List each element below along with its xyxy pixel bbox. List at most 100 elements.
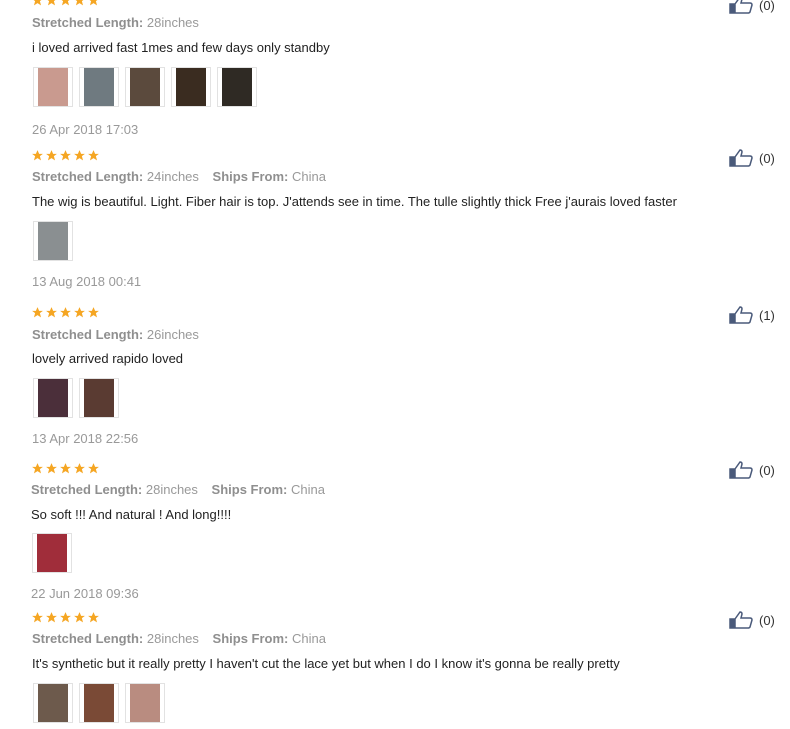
review-photo[interactable] bbox=[171, 67, 211, 107]
photo-image bbox=[84, 379, 114, 417]
ships-from-value: China bbox=[292, 631, 326, 646]
star-icon bbox=[32, 307, 43, 318]
review-text: The wig is beautiful. Light. Fiber hair … bbox=[32, 194, 677, 209]
helpful-button[interactable]: (0) bbox=[729, 0, 775, 14]
review-text: i loved arrived fast 1mes and few days o… bbox=[32, 40, 330, 55]
review-photo[interactable] bbox=[33, 67, 73, 107]
helpful-button[interactable]: (0) bbox=[729, 149, 775, 167]
review-attributes: Stretched Length: 28inches bbox=[32, 15, 209, 30]
stretched-length-label: Stretched Length: bbox=[32, 327, 144, 342]
stretched-length-label: Stretched Length: bbox=[32, 15, 144, 30]
review-photo[interactable] bbox=[217, 67, 257, 107]
review-photo[interactable] bbox=[79, 378, 119, 418]
review-photo[interactable] bbox=[125, 67, 165, 107]
star-icon bbox=[88, 612, 99, 623]
helpful-button[interactable]: (1) bbox=[729, 306, 775, 324]
star-icon bbox=[33, 0, 42, 6]
star-icon bbox=[74, 612, 85, 623]
stretched-length-label: Stretched Length: bbox=[32, 631, 144, 646]
review-photos bbox=[33, 378, 119, 418]
thumbs-up-icon bbox=[729, 306, 753, 324]
star-icon bbox=[46, 463, 57, 474]
star-icon bbox=[32, 150, 43, 161]
ships-from-label: Ships From: bbox=[212, 631, 289, 646]
star-icon bbox=[60, 612, 71, 623]
star-rating bbox=[31, 462, 100, 475]
review-photos bbox=[33, 221, 73, 261]
photo-image bbox=[222, 68, 252, 106]
star-icon bbox=[60, 150, 71, 161]
star-rating bbox=[31, 306, 100, 319]
helpful-count: (0) bbox=[759, 0, 775, 13]
star-icon bbox=[32, 463, 43, 474]
star-icon bbox=[32, 612, 43, 623]
helpful-count: (0) bbox=[759, 150, 775, 166]
star-icon bbox=[60, 463, 71, 474]
star-icon bbox=[46, 612, 57, 623]
review-photo[interactable] bbox=[32, 533, 72, 573]
star-icon bbox=[46, 307, 57, 318]
star-icon bbox=[74, 307, 85, 318]
star-icon bbox=[61, 0, 70, 6]
star-icon bbox=[88, 150, 99, 161]
star-rating bbox=[31, 0, 100, 7]
thumbs-up-icon bbox=[729, 611, 753, 629]
photo-image bbox=[176, 68, 206, 106]
review-photos bbox=[33, 67, 257, 107]
photo-image bbox=[84, 684, 114, 722]
review-photo[interactable] bbox=[79, 683, 119, 723]
photo-image bbox=[130, 68, 160, 106]
star-icon bbox=[74, 150, 85, 161]
ships-from-value: China bbox=[291, 482, 325, 497]
stretched-length-value: 26inches bbox=[146, 327, 199, 342]
ships-from-label: Ships From: bbox=[211, 482, 288, 497]
helpful-button[interactable]: (0) bbox=[729, 461, 775, 479]
helpful-count: (1) bbox=[759, 307, 775, 323]
photo-image bbox=[130, 684, 160, 722]
review-attributes: Stretched Length: 28inches Ships From: C… bbox=[32, 631, 336, 646]
star-icon bbox=[46, 150, 57, 161]
review-text: It's synthetic but it really pretty I ha… bbox=[32, 656, 620, 671]
review-photo[interactable] bbox=[33, 683, 73, 723]
star-icon bbox=[75, 0, 84, 6]
review-date: 13 Apr 2018 22:56 bbox=[32, 431, 139, 446]
thumbs-up-icon bbox=[729, 0, 753, 14]
photo-image bbox=[38, 379, 68, 417]
star-icon bbox=[74, 463, 85, 474]
helpful-count: (0) bbox=[759, 612, 775, 628]
star-icon bbox=[88, 307, 99, 318]
stretched-length-value: 24inches bbox=[146, 169, 199, 184]
review-photos bbox=[32, 533, 72, 573]
review-attributes: Stretched Length: 28inches Ships From: C… bbox=[31, 482, 335, 497]
star-rating bbox=[31, 149, 100, 162]
review-text: So soft !!! And natural ! And long!!!! bbox=[31, 507, 232, 522]
star-icon bbox=[47, 0, 56, 6]
star-icon bbox=[89, 0, 98, 6]
photo-image bbox=[38, 68, 68, 106]
review-date: 13 Aug 2018 00:41 bbox=[32, 274, 142, 289]
ships-from-value: China bbox=[292, 169, 326, 184]
review-date: 22 Jun 2018 09:36 bbox=[31, 586, 139, 601]
helpful-button[interactable]: (0) bbox=[729, 611, 775, 629]
review-attributes: Stretched Length: 26inches bbox=[32, 327, 209, 342]
stretched-length-value: 28inches bbox=[145, 482, 198, 497]
review-photo[interactable] bbox=[79, 67, 119, 107]
review-photo[interactable] bbox=[33, 378, 73, 418]
helpful-count: (0) bbox=[759, 462, 775, 478]
review-photos bbox=[33, 683, 165, 723]
review-attributes: Stretched Length: 24inches Ships From: C… bbox=[32, 169, 336, 184]
review-photo[interactable] bbox=[125, 683, 165, 723]
thumbs-up-icon bbox=[729, 149, 753, 167]
star-icon bbox=[88, 463, 99, 474]
photo-image bbox=[38, 684, 68, 722]
review-photo[interactable] bbox=[33, 221, 73, 261]
review-text: lovely arrived rapido loved bbox=[32, 351, 184, 366]
photo-image bbox=[37, 534, 67, 572]
star-icon bbox=[60, 307, 71, 318]
review-date: 26 Apr 2018 17:03 bbox=[32, 122, 139, 137]
thumbs-up-icon bbox=[729, 461, 753, 479]
stretched-length-value: 28inches bbox=[146, 15, 199, 30]
stretched-length-label: Stretched Length: bbox=[32, 169, 144, 184]
stretched-length-value: 28inches bbox=[146, 631, 199, 646]
stretched-length-label: Stretched Length: bbox=[31, 482, 143, 497]
